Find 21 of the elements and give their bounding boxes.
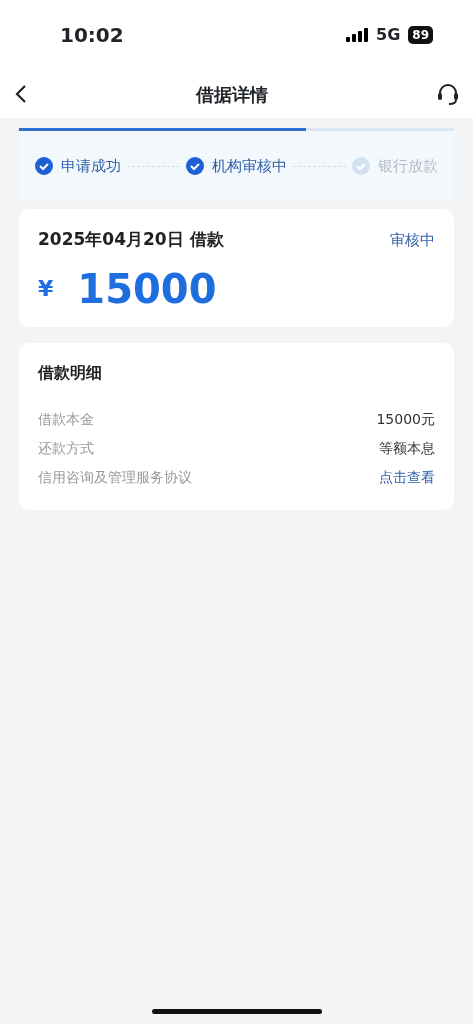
loan-title: 2025年04月20日 借款	[38, 228, 224, 251]
step-label: 银行放款	[378, 155, 438, 177]
page-title: 借据详情	[195, 82, 268, 107]
detail-value: 等额本息	[379, 438, 435, 458]
status-label: 审核中	[390, 229, 435, 251]
currency-symbol: ¥	[38, 275, 54, 303]
detail-label: 借款本金	[38, 409, 94, 429]
step-label: 机构审核中	[212, 155, 287, 177]
signal-icon	[346, 28, 369, 42]
battery-level: 89	[408, 26, 433, 44]
network-label: 5G	[376, 24, 401, 46]
clock-time: 10:02	[60, 22, 124, 49]
loan-amount: 15000	[77, 268, 217, 309]
section-title: 借款明细	[38, 361, 103, 384]
step-label: 申请成功	[61, 155, 121, 177]
detail-label: 还款方式	[38, 438, 94, 458]
back-icon[interactable]	[14, 84, 28, 104]
view-link[interactable]: 点击查看	[379, 466, 435, 488]
headset-icon[interactable]	[435, 81, 461, 107]
detail-label: 信用咨询及管理服务协议	[38, 467, 192, 487]
detail-value: 15000元	[376, 409, 435, 429]
